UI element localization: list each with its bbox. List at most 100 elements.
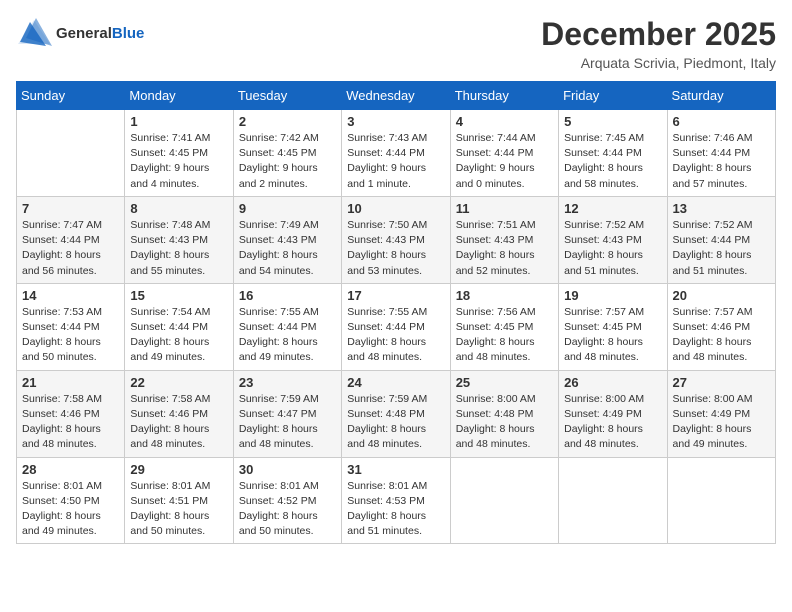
day-number: 13 xyxy=(673,201,770,216)
day-number: 18 xyxy=(456,288,553,303)
day-number: 17 xyxy=(347,288,444,303)
title-block: December 2025 Arquata Scrivia, Piedmont,… xyxy=(541,16,776,71)
calendar-cell: 8 Sunrise: 7:48 AMSunset: 4:43 PMDaylight… xyxy=(125,196,233,283)
day-number: 21 xyxy=(22,375,119,390)
calendar-cell: 7 Sunrise: 7:47 AMSunset: 4:44 PMDaylight… xyxy=(17,196,125,283)
calendar-cell: 31Sunrise: 8:01 AMSunset: 4:53 PMDayligh… xyxy=(342,457,450,544)
day-number: 6 xyxy=(673,114,770,129)
day-info: Sunrise: 7:52 AMSunset: 4:44 PMDaylight:… xyxy=(673,218,770,279)
day-info: Sunrise: 8:00 AMSunset: 4:48 PMDaylight:… xyxy=(456,392,553,453)
day-number: 4 xyxy=(456,114,553,129)
calendar-day-header: Saturday xyxy=(667,82,775,110)
calendar-cell: 12 Sunrise: 7:52 AMSunset: 4:43 PMDayligh… xyxy=(559,196,667,283)
day-info: Sunrise: 7:49 AMSunset: 4:43 PMDaylight:… xyxy=(239,218,336,279)
logo: GeneralBlue xyxy=(16,16,144,52)
day-info: Sunrise: 7:47 AMSunset: 4:44 PMDaylight:… xyxy=(22,218,119,279)
day-info: Sunrise: 7:52 AMSunset: 4:43 PMDaylight:… xyxy=(564,218,661,279)
day-number: 14 xyxy=(22,288,119,303)
calendar-header-row: SundayMondayTuesdayWednesdayThursdayFrid… xyxy=(17,82,776,110)
day-info: Sunrise: 7:48 AMSunset: 4:43 PMDaylight:… xyxy=(130,218,227,279)
day-info: Sunrise: 7:58 AMSunset: 4:46 PMDaylight:… xyxy=(22,392,119,453)
day-info: Sunrise: 7:57 AMSunset: 4:46 PMDaylight:… xyxy=(673,305,770,366)
day-info: Sunrise: 7:50 AMSunset: 4:43 PMDaylight:… xyxy=(347,218,444,279)
calendar-cell: 17 Sunrise: 7:55 AMSunset: 4:44 PMDayligh… xyxy=(342,283,450,370)
calendar-cell: 29 Sunrise: 8:01 AMSunset: 4:51 PMDayligh… xyxy=(125,457,233,544)
calendar-day-header: Monday xyxy=(125,82,233,110)
day-number: 7 xyxy=(22,201,119,216)
day-info: Sunrise: 8:00 AMSunset: 4:49 PMDaylight:… xyxy=(564,392,661,453)
logo-blue: Blue xyxy=(112,25,145,42)
calendar-week-row: 21 Sunrise: 7:58 AMSunset: 4:46 PMDayligh… xyxy=(17,370,776,457)
calendar-cell: 4Sunrise: 7:44 AMSunset: 4:44 PMDaylight… xyxy=(450,110,558,197)
calendar-table: SundayMondayTuesdayWednesdayThursdayFrid… xyxy=(16,81,776,544)
calendar-day-header: Friday xyxy=(559,82,667,110)
day-number: 2 xyxy=(239,114,336,129)
calendar-cell xyxy=(450,457,558,544)
calendar-day-header: Wednesday xyxy=(342,82,450,110)
day-number: 26 xyxy=(564,375,661,390)
day-info: Sunrise: 8:00 AMSunset: 4:49 PMDaylight:… xyxy=(673,392,770,453)
day-number: 27 xyxy=(673,375,770,390)
day-info: Sunrise: 7:59 AMSunset: 4:47 PMDaylight:… xyxy=(239,392,336,453)
calendar-cell: 3Sunrise: 7:43 AMSunset: 4:44 PMDaylight… xyxy=(342,110,450,197)
day-info: Sunrise: 7:46 AMSunset: 4:44 PMDaylight:… xyxy=(673,131,770,192)
calendar-cell: 18 Sunrise: 7:56 AMSunset: 4:45 PMDayligh… xyxy=(450,283,558,370)
day-number: 9 xyxy=(239,201,336,216)
day-number: 3 xyxy=(347,114,444,129)
logo-icon xyxy=(16,16,52,52)
day-info: Sunrise: 7:58 AMSunset: 4:46 PMDaylight:… xyxy=(130,392,227,453)
calendar-cell: 6 Sunrise: 7:46 AMSunset: 4:44 PMDaylight… xyxy=(667,110,775,197)
calendar-cell: 1Sunrise: 7:41 AMSunset: 4:45 PMDaylight… xyxy=(125,110,233,197)
calendar-cell xyxy=(667,457,775,544)
calendar-cell xyxy=(17,110,125,197)
day-info: Sunrise: 7:59 AMSunset: 4:48 PMDaylight:… xyxy=(347,392,444,453)
calendar-cell: 9 Sunrise: 7:49 AMSunset: 4:43 PMDaylight… xyxy=(233,196,341,283)
calendar-cell: 24 Sunrise: 7:59 AMSunset: 4:48 PMDayligh… xyxy=(342,370,450,457)
page-header: GeneralBlue December 2025 Arquata Scrivi… xyxy=(16,16,776,71)
calendar-day-header: Thursday xyxy=(450,82,558,110)
calendar-week-row: 14 Sunrise: 7:53 AMSunset: 4:44 PMDayligh… xyxy=(17,283,776,370)
calendar-day-header: Sunday xyxy=(17,82,125,110)
calendar-cell: 10Sunrise: 7:50 AMSunset: 4:43 PMDayligh… xyxy=(342,196,450,283)
day-info: Sunrise: 7:54 AMSunset: 4:44 PMDaylight:… xyxy=(130,305,227,366)
calendar-cell: 2Sunrise: 7:42 AMSunset: 4:45 PMDaylight… xyxy=(233,110,341,197)
calendar-cell: 14 Sunrise: 7:53 AMSunset: 4:44 PMDayligh… xyxy=(17,283,125,370)
logo-general: General xyxy=(56,25,112,42)
logo-text: GeneralBlue xyxy=(56,25,144,43)
day-number: 15 xyxy=(130,288,227,303)
day-number: 31 xyxy=(347,462,444,477)
day-number: 11 xyxy=(456,201,553,216)
day-number: 29 xyxy=(130,462,227,477)
calendar-day-header: Tuesday xyxy=(233,82,341,110)
calendar-cell: 26 Sunrise: 8:00 AMSunset: 4:49 PMDayligh… xyxy=(559,370,667,457)
day-info: Sunrise: 7:53 AMSunset: 4:44 PMDaylight:… xyxy=(22,305,119,366)
calendar-cell xyxy=(559,457,667,544)
day-number: 12 xyxy=(564,201,661,216)
calendar-week-row: 28Sunrise: 8:01 AMSunset: 4:50 PMDayligh… xyxy=(17,457,776,544)
calendar-week-row: 1Sunrise: 7:41 AMSunset: 4:45 PMDaylight… xyxy=(17,110,776,197)
day-number: 25 xyxy=(456,375,553,390)
day-number: 24 xyxy=(347,375,444,390)
day-number: 5 xyxy=(564,114,661,129)
day-info: Sunrise: 7:55 AMSunset: 4:44 PMDaylight:… xyxy=(347,305,444,366)
day-info: Sunrise: 8:01 AMSunset: 4:52 PMDaylight:… xyxy=(239,479,336,540)
day-info: Sunrise: 7:45 AMSunset: 4:44 PMDaylight:… xyxy=(564,131,661,192)
calendar-cell: 22Sunrise: 7:58 AMSunset: 4:46 PMDayligh… xyxy=(125,370,233,457)
calendar-week-row: 7 Sunrise: 7:47 AMSunset: 4:44 PMDaylight… xyxy=(17,196,776,283)
month-title: December 2025 xyxy=(541,16,776,53)
calendar-cell: 30 Sunrise: 8:01 AMSunset: 4:52 PMDayligh… xyxy=(233,457,341,544)
day-info: Sunrise: 7:57 AMSunset: 4:45 PMDaylight:… xyxy=(564,305,661,366)
day-number: 1 xyxy=(130,114,227,129)
day-number: 20 xyxy=(673,288,770,303)
calendar-cell: 28Sunrise: 8:01 AMSunset: 4:50 PMDayligh… xyxy=(17,457,125,544)
day-info: Sunrise: 7:51 AMSunset: 4:43 PMDaylight:… xyxy=(456,218,553,279)
day-info: Sunrise: 7:56 AMSunset: 4:45 PMDaylight:… xyxy=(456,305,553,366)
day-number: 23 xyxy=(239,375,336,390)
day-number: 8 xyxy=(130,201,227,216)
day-info: Sunrise: 8:01 AMSunset: 4:51 PMDaylight:… xyxy=(130,479,227,540)
day-number: 30 xyxy=(239,462,336,477)
calendar-cell: 21 Sunrise: 7:58 AMSunset: 4:46 PMDayligh… xyxy=(17,370,125,457)
calendar-cell: 16Sunrise: 7:55 AMSunset: 4:44 PMDayligh… xyxy=(233,283,341,370)
calendar-cell: 20 Sunrise: 7:57 AMSunset: 4:46 PMDayligh… xyxy=(667,283,775,370)
calendar-cell: 19Sunrise: 7:57 AMSunset: 4:45 PMDayligh… xyxy=(559,283,667,370)
